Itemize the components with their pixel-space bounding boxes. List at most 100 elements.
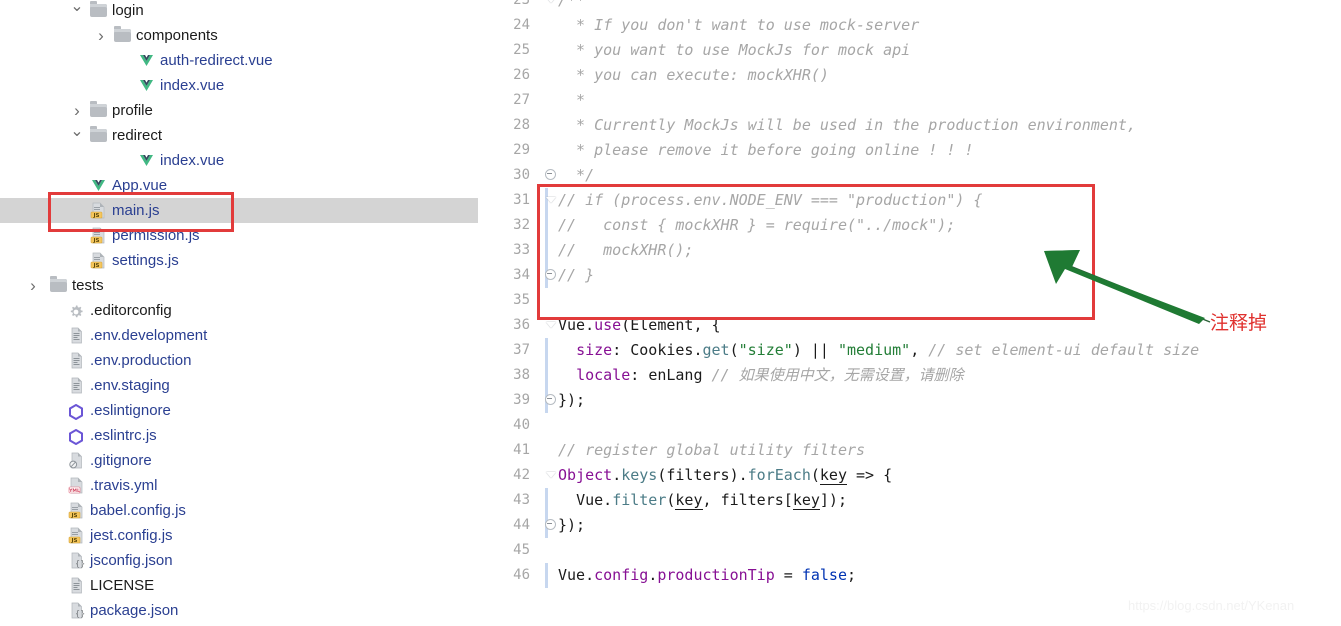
tree-item-label: profile [112,102,153,119]
folder-icon [90,1,107,17]
folder-icon [114,26,131,42]
tree-item-eslintignore[interactable]: .eslintignore [0,398,478,423]
code-line[interactable]: /** [558,0,585,13]
code-line[interactable]: * [558,88,585,113]
code-line[interactable]: */ [558,163,594,188]
vue-file-icon [138,77,155,94]
eslint-config-icon [68,428,84,446]
vue-file-icon [138,152,155,169]
tree-item-label: package.json [90,602,179,619]
code-line[interactable]: * you can execute: mockXHR() [558,63,829,88]
tree-item-label: permission.js [112,227,200,244]
tree-item-permission-js[interactable]: JS permission.js [0,223,478,248]
chevron-down-icon[interactable] [70,0,84,23]
code-line[interactable]: * Currently MockJs will be used in the p… [558,113,1136,138]
fold-collapse-icon[interactable] [544,0,557,13]
tree-item-license[interactable]: LICENSE [0,573,478,598]
tree-item-settings-js[interactable]: JS settings.js [0,248,478,273]
tree-item-label: .editorconfig [90,302,172,319]
fold-collapse-icon[interactable] [544,463,557,488]
tree-item-label: auth-redirect.vue [160,52,273,69]
code-line[interactable]: // register global utility filters [558,438,865,463]
tree-item-label: settings.js [112,252,179,269]
tree-item-label: .eslintignore [90,402,171,419]
chevron-right-icon[interactable] [70,98,84,123]
tree-item-env-production[interactable]: .env.production [0,348,478,373]
code-line[interactable]: size: Cookies.get("size") || "medium", /… [558,338,1199,363]
line-number: 23 [513,0,530,8]
svg-text:JS: JS [92,263,99,269]
vue-file-icon [138,52,155,69]
line-number: 40 [513,417,530,433]
code-line[interactable]: Vue.use(Element, { [558,313,721,338]
line-number: 37 [513,342,530,358]
tree-item-label: tests [72,277,104,294]
tree-item-components[interactable]: components [0,23,478,48]
tree-item-tests[interactable]: tests [0,273,478,298]
chevron-right-icon[interactable] [94,23,108,48]
annotation-label: 注释掉 [1210,312,1268,334]
tree-item-profile[interactable]: profile [0,98,478,123]
tree-item-env-development[interactable]: .env.development [0,323,478,348]
javascript-file-icon: JS [68,502,85,519]
tree-item-label: .gitignore [90,452,152,469]
line-number: 28 [513,117,530,133]
line-number: 31 [513,192,530,208]
code-line[interactable]: // } [558,263,594,288]
fold-marker-icon[interactable] [544,163,557,188]
tree-item-jsconfig-json[interactable]: {} jsconfig.json [0,548,478,573]
code-line[interactable]: }); [558,388,585,413]
tree-item-login[interactable]: login [0,0,478,23]
svg-text:JS: JS [92,213,99,219]
gear-icon [68,303,84,319]
editor-line-number-gutter: 23 24 25 26 27 28 29 30 31 32 33 34 35 36 37 38 39 40 41 42… [478,0,540,626]
javascript-file-icon: JS [90,202,107,219]
fold-marker-icon[interactable] [544,513,557,538]
tree-item-babel-config-js[interactable]: JS babel.config.js [0,498,478,523]
tree-item-app-vue[interactable]: App.vue [0,173,478,198]
indent-guide [545,563,548,588]
code-line[interactable]: // if (process.env.NODE_ENV === "product… [558,188,982,213]
tree-item-main-js[interactable]: JS main.js [0,198,478,223]
tree-item-eslintrc-js[interactable]: .eslintrc.js [0,423,478,448]
code-line[interactable]: Vue.filter(key, filters[key]); [558,488,847,513]
fold-marker-icon[interactable] [544,263,557,288]
tree-item-travis-yml[interactable]: YML .travis.yml [0,473,478,498]
tree-item-redirect[interactable]: redirect [0,123,478,148]
code-line[interactable]: }); [558,513,585,538]
json-file-icon: {} [68,602,85,619]
code-line[interactable]: * please remove it before going online !… [558,138,973,163]
code-line[interactable]: // mockXHR(); [558,238,693,263]
tree-item-env-staging[interactable]: .env.staging [0,373,478,398]
tree-item-auth-redirect-vue[interactable]: auth-redirect.vue [0,48,478,73]
tree-item-jest-config-js[interactable]: JS jest.config.js [0,523,478,548]
line-number: 29 [513,142,530,158]
yaml-file-icon: YML [68,477,85,494]
indent-guide [545,338,548,388]
tree-item-editorconfig[interactable]: .editorconfig [0,298,478,323]
fold-collapse-icon[interactable] [544,188,557,213]
tree-item-index-vue[interactable]: index.vue [0,73,478,98]
fold-collapse-icon[interactable] [544,313,557,338]
code-line[interactable]: * you want to use MockJs for mock api [558,38,910,63]
code-line[interactable]: Object.keys(filters).forEach(key => { [558,463,892,488]
fold-marker-icon[interactable] [544,388,557,413]
chevron-right-icon[interactable] [26,273,40,298]
javascript-file-icon: JS [90,227,107,244]
code-line[interactable]: // const { mockXHR } = require("../mock"… [558,213,955,238]
tree-item-package-json[interactable]: {} package.json [0,598,478,623]
code-line[interactable]: Vue.config.productionTip = false; [558,563,856,588]
project-file-tree[interactable]: login components auth-redirect.vue index.vu… [0,0,478,626]
line-number: 38 [513,367,530,383]
tree-item-label: .travis.yml [90,477,158,494]
svg-text:JS: JS [70,513,77,519]
tree-item-gitignore[interactable]: .gitignore [0,448,478,473]
chevron-down-icon[interactable] [70,123,84,148]
text-file-icon [68,327,85,344]
code-line[interactable]: * If you don't want to use mock-server [558,13,919,38]
line-number: 34 [513,267,530,283]
code-line[interactable]: locale: enLang // 如果使用中文，无需设置，请删除 [558,363,964,388]
svg-text:{}: {} [75,559,85,568]
tree-item-index-vue[interactable]: index.vue [0,148,478,173]
line-number: 39 [513,392,530,408]
